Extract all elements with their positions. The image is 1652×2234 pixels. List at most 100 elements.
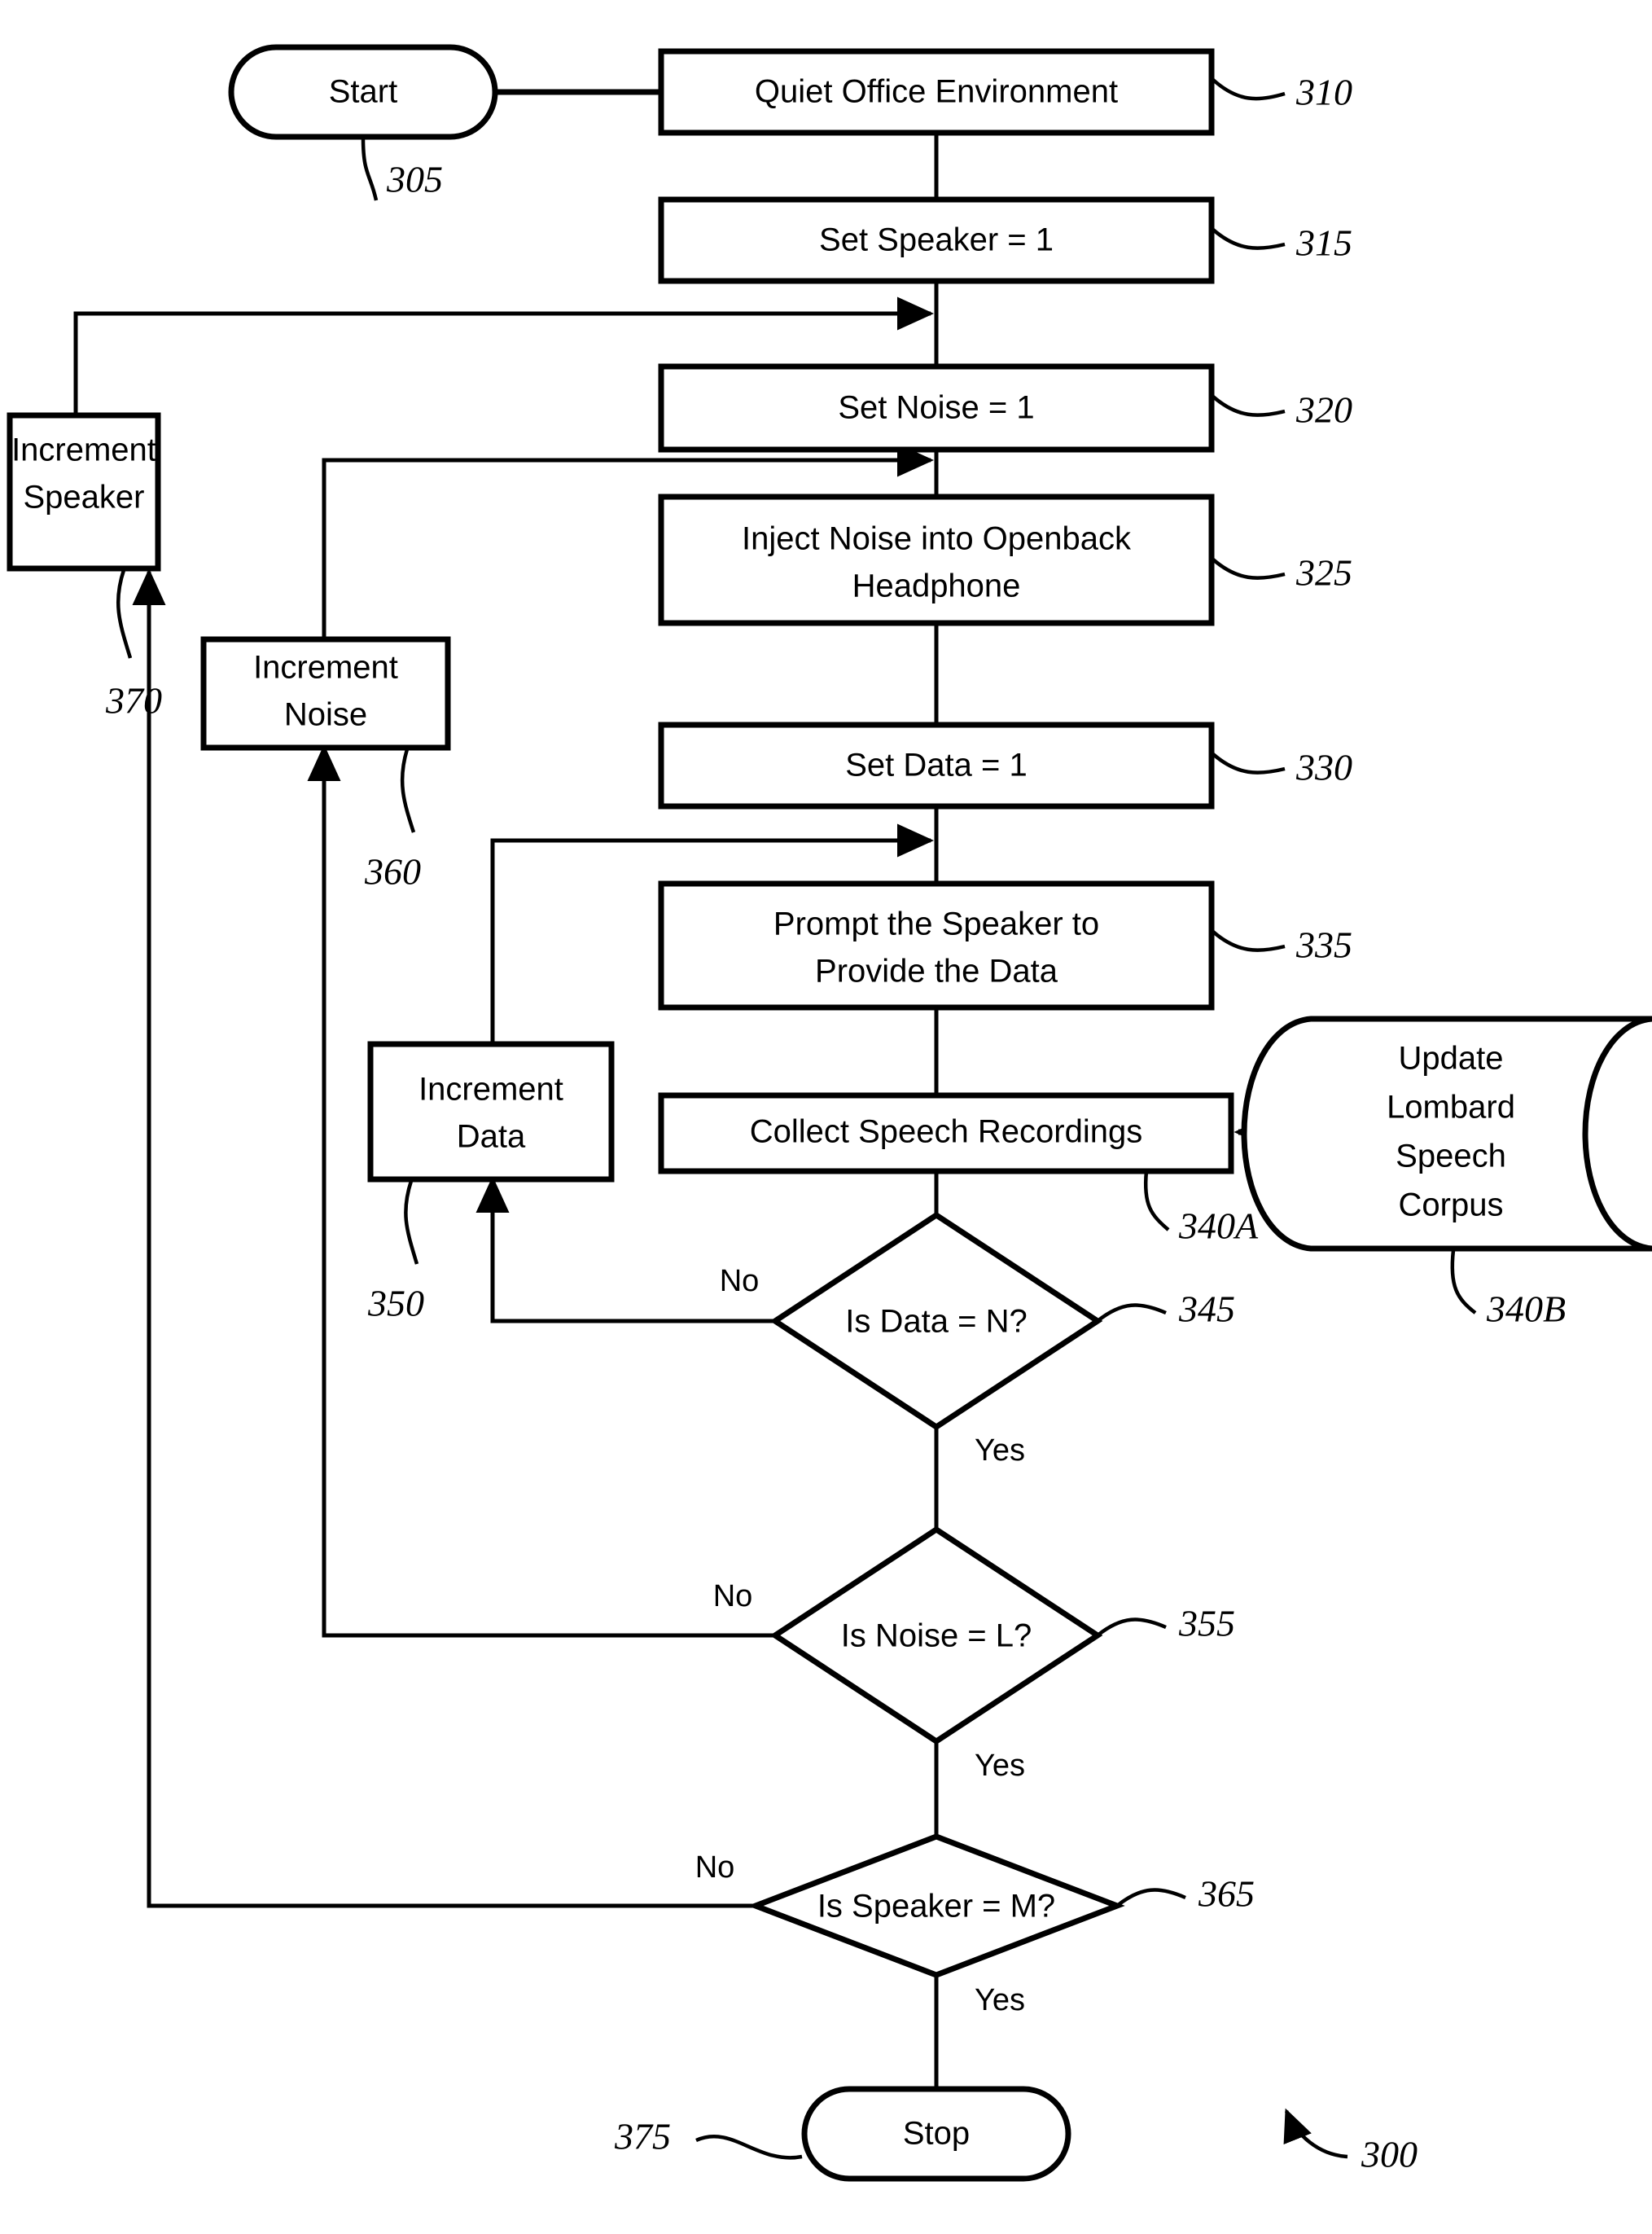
ref-label-370: 370 bbox=[105, 680, 162, 722]
update-corpus-label-line1: Update bbox=[1399, 1041, 1504, 1077]
increment-noise-label-line2: Noise bbox=[284, 697, 367, 733]
prompt-speaker-label-line2: Provide the Data bbox=[815, 954, 1058, 990]
node-set-noise[interactable]: Set Noise = 1 bbox=[658, 363, 1215, 453]
ref-leader-370: 370 bbox=[105, 569, 162, 722]
stop-label: Stop bbox=[903, 2116, 970, 2152]
increment-data-shape bbox=[367, 1041, 615, 1183]
leader-line-370 bbox=[116, 569, 133, 659]
ref-label-315: 315 bbox=[1295, 222, 1352, 264]
leader-line-325 bbox=[1212, 558, 1286, 580]
ref-label-360: 360 bbox=[364, 851, 421, 893]
flowchart-canvas: Start 305 Quiet Office Environment 310 S… bbox=[0, 0, 1652, 2234]
start-label: Start bbox=[329, 74, 397, 110]
leader-line-375 bbox=[695, 2135, 803, 2160]
increment-noise-label-line1: Increment bbox=[253, 650, 398, 686]
leader-line-300 bbox=[1283, 2108, 1348, 2159]
is-data-n-label: Is Data = N? bbox=[845, 1304, 1027, 1340]
ref-label-305: 305 bbox=[386, 159, 443, 200]
node-set-data[interactable]: Set Data = 1 bbox=[658, 722, 1215, 810]
update-corpus-label-line4: Corpus bbox=[1399, 1187, 1504, 1223]
increment-data-label-line2: Data bbox=[457, 1119, 526, 1155]
ref-label-320: 320 bbox=[1295, 389, 1352, 431]
figure-ref-300: 300 bbox=[1283, 2108, 1418, 2175]
set-data-label: Set Data = 1 bbox=[845, 748, 1027, 783]
is-noise-l-label: Is Noise = L? bbox=[841, 1618, 1032, 1654]
ref-label-330: 330 bbox=[1295, 747, 1352, 788]
inject-noise-label-line1: Inject Noise into Openback bbox=[742, 521, 1132, 557]
increment-speaker-label-line1: Increment bbox=[11, 432, 156, 468]
leader-line-365 bbox=[1115, 1888, 1186, 1907]
quiet-office-label: Quiet Office Environment bbox=[755, 74, 1118, 110]
ref-leader-360: 360 bbox=[364, 748, 421, 893]
prompt-speaker-label-line1: Prompt the Speaker to bbox=[773, 906, 1099, 942]
leader-line-320 bbox=[1212, 395, 1286, 417]
set-noise-label: Set Noise = 1 bbox=[838, 390, 1034, 426]
ref-leader-305: 305 bbox=[361, 138, 443, 201]
ref-leader-315: 315 bbox=[1212, 222, 1352, 264]
node-stop[interactable]: Stop bbox=[801, 2086, 1071, 2182]
leader-line-330 bbox=[1212, 753, 1286, 775]
leader-line-350 bbox=[404, 1180, 419, 1265]
node-increment-speaker[interactable]: Increment Speaker bbox=[7, 412, 161, 572]
leader-line-360 bbox=[400, 748, 416, 833]
increment-data-label-line1: Increment bbox=[418, 1072, 563, 1108]
node-collect-speech[interactable]: Collect Speech Recordings bbox=[658, 1092, 1234, 1174]
ref-leader-320: 320 bbox=[1212, 389, 1352, 431]
ref-label-340B: 340B bbox=[1486, 1288, 1566, 1330]
node-quiet-office[interactable]: Quiet Office Environment bbox=[658, 48, 1215, 136]
branch-label-data-no: No bbox=[720, 1264, 760, 1298]
node-increment-noise[interactable]: Increment Noise bbox=[200, 636, 451, 751]
node-update-corpus[interactable]: Update Lombard Speech Corpus bbox=[1241, 1016, 1652, 1252]
update-corpus-label-line2: Lombard bbox=[1387, 1090, 1515, 1126]
node-is-noise-l[interactable]: Is Noise = L? bbox=[769, 1525, 1103, 1745]
leader-line-305 bbox=[361, 138, 379, 201]
ref-label-350: 350 bbox=[367, 1283, 424, 1324]
ref-leader-340A: 340A bbox=[1143, 1170, 1259, 1247]
node-start[interactable]: Start bbox=[228, 44, 498, 140]
ref-label-345: 345 bbox=[1178, 1288, 1235, 1330]
ref-leader-340B: 340B bbox=[1450, 1249, 1566, 1330]
ref-leader-330: 330 bbox=[1212, 747, 1352, 788]
ref-label-355: 355 bbox=[1178, 1603, 1235, 1644]
ref-label-335: 335 bbox=[1295, 924, 1352, 966]
leader-line-340A bbox=[1143, 1170, 1170, 1231]
is-speaker-m-label: Is Speaker = M? bbox=[817, 1889, 1055, 1925]
ref-leader-355: 355 bbox=[1096, 1603, 1235, 1644]
node-set-speaker[interactable]: Set Speaker = 1 bbox=[658, 196, 1215, 284]
branch-label-noise-yes: Yes bbox=[975, 1749, 1025, 1783]
node-is-speaker-m[interactable]: Is Speaker = M? bbox=[747, 1833, 1125, 1978]
ref-label-310: 310 bbox=[1295, 72, 1352, 113]
leader-line-340B bbox=[1450, 1249, 1477, 1315]
flowchart-svg: Start 305 Quiet Office Environment 310 S… bbox=[7, 44, 1652, 2182]
ref-label-365: 365 bbox=[1198, 1873, 1255, 1915]
ref-leader-335: 335 bbox=[1212, 924, 1352, 966]
branch-label-noise-no: No bbox=[713, 1579, 753, 1613]
leader-line-335 bbox=[1212, 930, 1286, 952]
branch-label-speaker-no: No bbox=[695, 1850, 735, 1885]
leader-line-315 bbox=[1212, 228, 1286, 250]
node-inject-noise[interactable]: Inject Noise into Openback Headphone bbox=[658, 494, 1215, 626]
branch-label-data-yes: Yes bbox=[975, 1433, 1025, 1468]
ref-leader-350: 350 bbox=[367, 1180, 424, 1324]
ref-label-340A: 340A bbox=[1178, 1205, 1259, 1247]
ref-leader-345: 345 bbox=[1096, 1288, 1235, 1330]
ref-label-325: 325 bbox=[1295, 552, 1352, 594]
leader-line-355 bbox=[1096, 1617, 1167, 1637]
node-is-data-n[interactable]: Is Data = N? bbox=[769, 1211, 1103, 1431]
connector-is-data-no-to-increment-data bbox=[475, 1175, 778, 1323]
ref-leader-375: 375 bbox=[614, 2116, 803, 2160]
ref-leader-310: 310 bbox=[1212, 72, 1352, 113]
node-increment-data[interactable]: Increment Data bbox=[367, 1041, 615, 1183]
leader-line-345 bbox=[1096, 1303, 1167, 1323]
ref-label-300: 300 bbox=[1361, 2134, 1418, 2175]
set-speaker-label: Set Speaker = 1 bbox=[819, 222, 1054, 258]
collect-speech-label: Collect Speech Recordings bbox=[750, 1114, 1142, 1150]
leader-line-310 bbox=[1212, 78, 1286, 101]
ref-leader-325: 325 bbox=[1212, 552, 1352, 594]
ref-leader-365: 365 bbox=[1115, 1873, 1255, 1915]
inject-noise-shape bbox=[658, 494, 1215, 626]
branch-label-speaker-yes: Yes bbox=[975, 1983, 1025, 2017]
increment-speaker-label-line2: Speaker bbox=[24, 480, 145, 516]
update-corpus-label-line3: Speech bbox=[1396, 1139, 1506, 1174]
node-prompt-speaker[interactable]: Prompt the Speaker to Provide the Data bbox=[658, 880, 1215, 1011]
